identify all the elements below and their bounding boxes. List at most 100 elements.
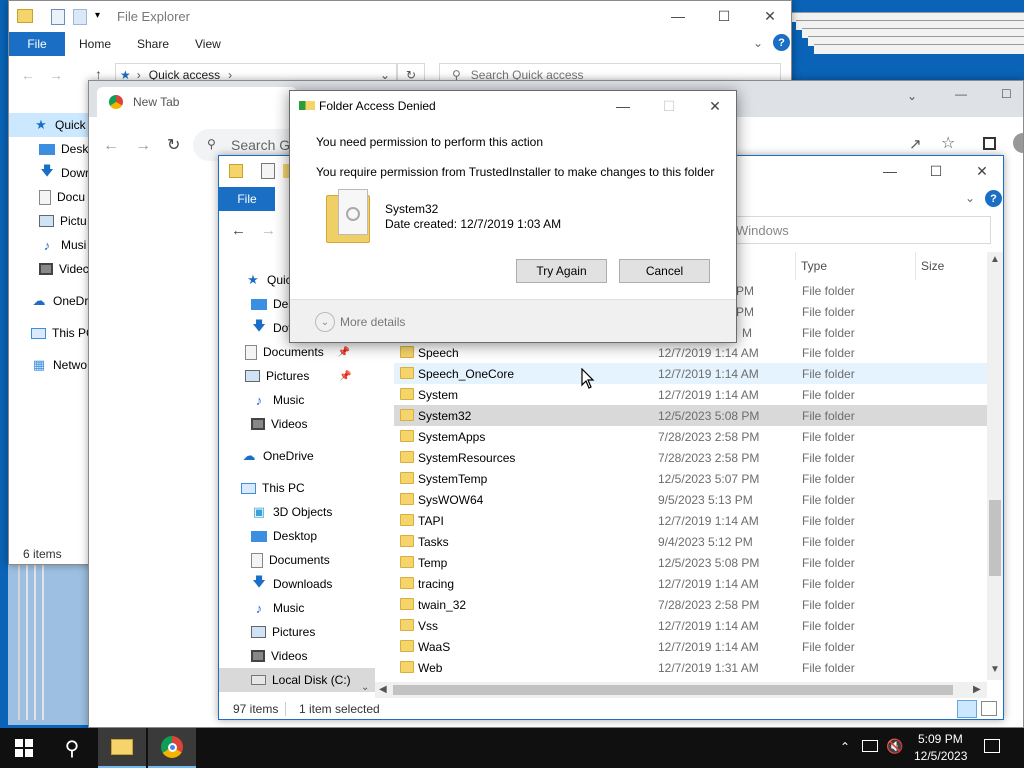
back-arrow-icon[interactable]: ← <box>231 222 246 239</box>
bookmark-star-icon[interactable]: ☆ <box>941 133 955 153</box>
volume-muted-icon[interactable]: 🔇 <box>886 738 903 755</box>
tab-home[interactable]: Home <box>79 32 111 56</box>
nav-item-desktop[interactable]: Deskt <box>39 137 92 161</box>
minimize-button[interactable]: — <box>867 156 913 186</box>
horizontal-scrollbar[interactable]: ◀ ▶ <box>375 682 987 698</box>
nav-item-pc-desktop[interactable]: Desktop <box>251 524 317 548</box>
nav-item-pictures[interactable]: Pictures 📌 <box>245 364 352 388</box>
scroll-right-icon[interactable]: ▶ <box>973 684 981 695</box>
expand-ribbon-icon[interactable]: ⌄ <box>965 191 975 205</box>
pin-icon[interactable]: 📌 <box>339 371 351 382</box>
scroll-thumb[interactable] <box>989 500 1001 576</box>
column-header-size[interactable]: Size <box>921 259 944 273</box>
expand-ribbon-icon[interactable]: ⌄ <box>753 36 763 50</box>
scroll-up-icon[interactable]: ▲ <box>990 254 1000 265</box>
details-view-icon[interactable] <box>957 700 977 718</box>
search-box[interactable]: Windows <box>719 216 991 244</box>
table-row[interactable]: TAPI 12/7/2019 1:14 AM File folder <box>394 510 987 531</box>
h-scroll-thumb[interactable] <box>393 685 953 695</box>
table-row[interactable]: Temp 12/5/2023 5:08 PM File folder <box>394 552 987 573</box>
vertical-scrollbar[interactable]: ▲ ▼ <box>987 252 1003 680</box>
table-row[interactable]: WaaS 12/7/2019 1:14 AM File folder <box>394 636 987 657</box>
scroll-down-icon[interactable]: ▼ <box>990 664 1000 675</box>
nav-item-videos[interactable]: Videos <box>251 412 307 436</box>
more-details-link[interactable]: More details <box>340 315 405 329</box>
chrome-back-icon[interactable]: ← <box>103 137 119 155</box>
table-row-selected[interactable]: System32 12/5/2023 5:08 PM File folder <box>394 405 987 426</box>
forward-arrow-icon[interactable]: → <box>261 222 276 239</box>
nav-item-3d-objects[interactable]: ▣ 3D Objects <box>251 500 333 524</box>
nav-item-documents[interactable]: Documents 📌 <box>245 340 350 364</box>
tab-search-icon[interactable]: ⌄ <box>907 89 917 103</box>
clock-date[interactable]: 12/5/2023 <box>914 749 967 763</box>
table-row[interactable]: Speech_OneCore 12/7/2019 1:14 AM File fold… <box>394 363 987 384</box>
help-icon[interactable]: ? <box>985 190 1002 207</box>
customize-dropdown-icon[interactable]: ▾ <box>95 10 100 21</box>
chrome-minimize-button[interactable]: — <box>955 87 967 101</box>
column-header-type[interactable]: Type <box>801 259 827 273</box>
table-row[interactable]: Tasks 9/4/2023 5:12 PM File folder <box>394 531 987 552</box>
dialog-minimize-button[interactable]: — <box>600 91 646 121</box>
properties-icon[interactable] <box>261 163 275 179</box>
cancel-button[interactable]: Cancel <box>619 259 710 283</box>
help-icon[interactable]: ? <box>773 34 790 51</box>
table-row[interactable]: tracing 12/7/2019 1:14 AM File folder <box>394 573 987 594</box>
nav-item-network[interactable]: ▦ Netwo <box>31 353 87 377</box>
table-row[interactable]: Speech 12/7/2019 1:14 AM File folder <box>394 342 987 363</box>
properties-icon[interactable] <box>51 9 65 25</box>
tab-file[interactable]: File <box>219 187 275 211</box>
chrome-reload-icon[interactable]: ↻ <box>167 135 180 155</box>
try-again-button[interactable]: Try Again <box>516 259 607 283</box>
network-status-icon[interactable] <box>862 740 878 752</box>
nav-item-downloads[interactable]: 🡇 Dov <box>251 316 294 340</box>
taskbar-chrome[interactable] <box>148 728 196 768</box>
share-icon[interactable]: ↗ <box>909 135 922 153</box>
large-icons-view-icon[interactable] <box>981 701 997 716</box>
nav-item-downloads[interactable]: 🡇 Dowr <box>39 161 89 185</box>
dialog-maximize-button[interactable]: ☐ <box>646 91 692 121</box>
nav-item-pc-pictures[interactable]: Pictures <box>251 620 315 644</box>
table-row[interactable]: twain_32 7/28/2023 2:58 PM File folder <box>394 594 987 615</box>
table-row[interactable]: SystemApps 7/28/2023 2:58 PM File folder <box>394 426 987 447</box>
chevron-down-icon[interactable]: ⌄ <box>315 312 335 332</box>
clock-time[interactable]: 5:09 PM <box>918 732 963 746</box>
minimize-button[interactable]: — <box>655 1 701 31</box>
taskbar-file-explorer[interactable] <box>98 728 146 768</box>
chrome-tab[interactable]: New Tab <box>97 87 297 117</box>
nav-item-documents[interactable]: Docu <box>39 185 85 209</box>
close-button[interactable]: ✕ <box>747 1 791 31</box>
table-row[interactable]: SystemResources 7/28/2023 2:58 PM File fol… <box>394 447 987 468</box>
forward-arrow-icon[interactable]: → <box>49 67 63 83</box>
close-button[interactable]: ✕ <box>959 156 1003 186</box>
nav-item-pc-music[interactable]: ♪ Music <box>251 596 305 620</box>
profile-avatar[interactable] <box>1013 133 1023 153</box>
table-row[interactable]: SysWOW64 9/5/2023 5:13 PM File folder <box>394 489 987 510</box>
search-button[interactable]: ⚲ <box>48 728 96 768</box>
nav-item-pc-videos[interactable]: Videos <box>251 644 307 668</box>
notifications-icon[interactable] <box>984 739 1000 753</box>
table-row[interactable]: Web 12/7/2019 1:31 AM File folder <box>394 657 987 678</box>
nav-item-music[interactable]: ♪ Music <box>251 388 305 412</box>
nav-item-onedrive[interactable]: ☁ OneDr <box>31 289 89 313</box>
nav-scroll-down-icon[interactable]: ⌄ <box>361 682 369 693</box>
pin-icon[interactable]: 📌 <box>338 347 350 358</box>
maximize-button[interactable]: ☐ <box>701 1 747 31</box>
side-panel-icon[interactable] <box>983 137 996 150</box>
new-folder-icon[interactable] <box>73 9 87 25</box>
chrome-maximize-button[interactable]: ☐ <box>1001 87 1012 101</box>
nav-item-onedrive[interactable]: ☁ OneDrive <box>241 444 314 468</box>
table-row[interactable]: System 12/7/2019 1:14 AM File folder <box>394 384 987 405</box>
maximize-button[interactable]: ☐ <box>913 156 959 186</box>
table-row[interactable]: SystemTemp 12/5/2023 5:07 PM File folder <box>394 468 987 489</box>
nav-item-local-disk[interactable]: Local Disk (C:) <box>219 668 375 692</box>
nav-item-videos[interactable]: Videc <box>39 257 89 281</box>
tab-view[interactable]: View <box>195 32 221 56</box>
nav-item-this-pc[interactable]: This PC <box>31 321 95 345</box>
dialog-close-button[interactable]: ✕ <box>692 91 736 121</box>
nav-item-desktop[interactable]: Des <box>251 292 294 316</box>
nav-item-pc-documents[interactable]: Documents <box>251 548 330 572</box>
scroll-left-icon[interactable]: ◀ <box>379 684 387 695</box>
hidden-icons-chevron-icon[interactable]: ⌃ <box>840 740 850 754</box>
nav-item-quick-access[interactable]: ★ Quic <box>245 268 292 292</box>
nav-item-quick-access[interactable]: ★ Quick <box>9 113 93 137</box>
